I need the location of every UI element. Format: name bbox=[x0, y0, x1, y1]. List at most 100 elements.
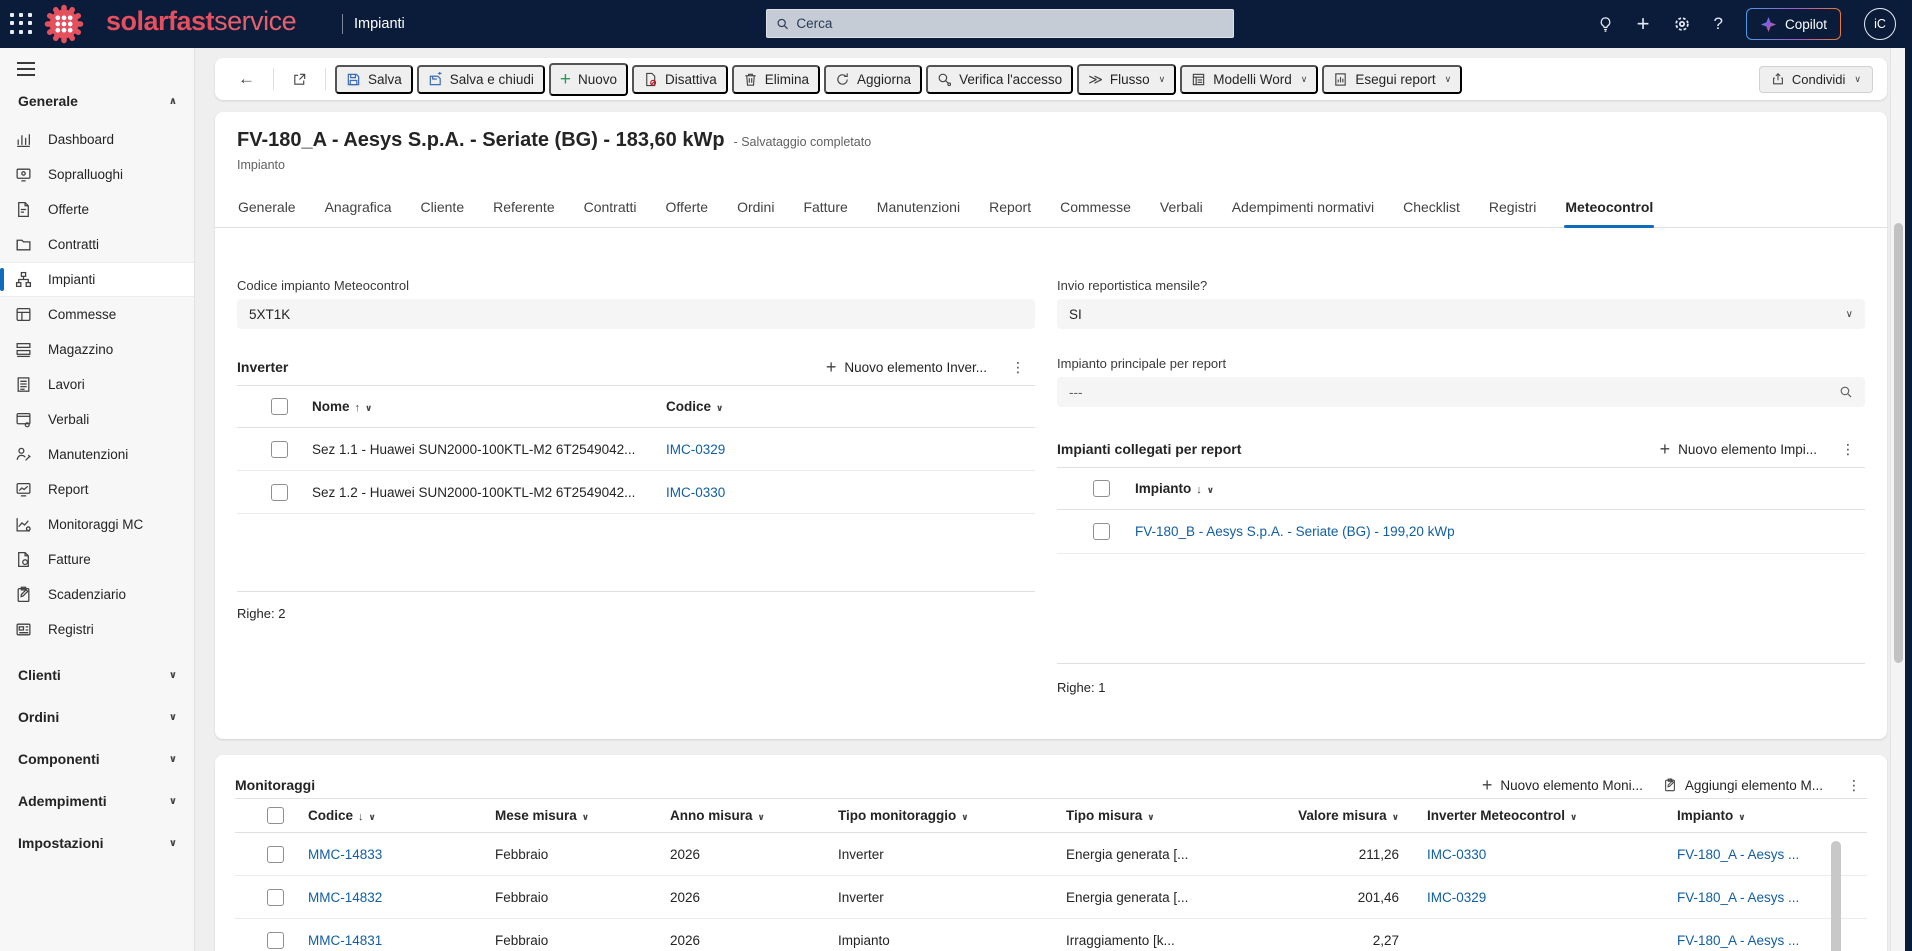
lightbulb-icon[interactable] bbox=[1597, 16, 1614, 33]
word-templates-button[interactable]: Modelli Word ∨ bbox=[1180, 64, 1319, 94]
flow-button[interactable]: ≫ Flusso ∨ bbox=[1077, 63, 1177, 95]
column-header-nome[interactable]: Nome ↑ ∨ bbox=[312, 399, 666, 414]
column-header-anno-misura[interactable]: Anno misura ∨ bbox=[670, 808, 838, 823]
sidebar-item-verbali[interactable]: Verbali bbox=[0, 402, 194, 437]
column-header-mese-misura[interactable]: Mese misura ∨ bbox=[495, 808, 670, 823]
codice-impianto-field[interactable]: 5XT1K bbox=[237, 299, 1035, 329]
inverter-codice-link[interactable]: IMC-0330 bbox=[666, 485, 1035, 500]
tab-report[interactable]: Report bbox=[988, 197, 1032, 227]
table-row[interactable]: MMC-14832 Febbraio 2026 Inverter Energia… bbox=[235, 876, 1867, 919]
tab-generale[interactable]: Generale bbox=[237, 197, 297, 227]
sidebar-item-impianti[interactable]: Impianti bbox=[0, 262, 194, 297]
table-row[interactable]: FV-180_B - Aesys S.p.A. - Seriate (BG) -… bbox=[1057, 510, 1865, 554]
sidebar-item-commesse[interactable]: Commesse bbox=[0, 297, 194, 332]
monitoraggi-more-commands[interactable]: ⋮ bbox=[1843, 777, 1865, 794]
table-row[interactable]: MMC-14833 Febbraio 2026 Inverter Energia… bbox=[235, 833, 1867, 876]
settings-gear-icon[interactable] bbox=[1673, 15, 1691, 33]
sidebar-item-report[interactable]: Report bbox=[0, 472, 194, 507]
run-report-button[interactable]: Esegui report ∨ bbox=[1322, 64, 1463, 94]
grid-scrollbar-thumb[interactable] bbox=[1831, 841, 1841, 951]
tab-manutenzioni[interactable]: Manutenzioni bbox=[876, 197, 961, 227]
select-all-checkbox[interactable] bbox=[1093, 480, 1110, 497]
column-header-impianto[interactable]: Impianto ∨ bbox=[1677, 808, 1823, 823]
tab-verbali[interactable]: Verbali bbox=[1159, 197, 1204, 227]
column-header-inverter-meteocontrol[interactable]: Inverter Meteocontrol ∨ bbox=[1403, 808, 1677, 823]
sidebar-item-dashboard[interactable]: Dashboard bbox=[0, 122, 194, 157]
sidebar-item-lavori[interactable]: Lavori bbox=[0, 367, 194, 402]
save-button[interactable]: Salva bbox=[335, 64, 413, 94]
sidebar-item-monitoraggi-mc[interactable]: Monitoraggi MC bbox=[0, 507, 194, 542]
sidebar-item-manutenzioni[interactable]: Manutenzioni bbox=[0, 437, 194, 472]
tab-adempimenti-normativi[interactable]: Adempimenti normativi bbox=[1231, 197, 1375, 227]
monitoraggio-codice-link[interactable]: MMC-14831 bbox=[308, 933, 495, 948]
monitoraggio-codice-link[interactable]: MMC-14832 bbox=[308, 890, 495, 905]
table-row[interactable]: Sez 1.2 - Huawei SUN2000-100KTL-M2 6T254… bbox=[237, 471, 1035, 514]
sidebar-item-fatture[interactable]: Fatture bbox=[0, 542, 194, 577]
sidebar-section-adempimenti[interactable]: Adempimenti ∨ bbox=[0, 780, 194, 822]
page-scrollbar-thumb[interactable] bbox=[1894, 223, 1903, 663]
hamburger-menu-icon[interactable] bbox=[17, 62, 37, 76]
impianti-collegati-more-commands[interactable]: ⋮ bbox=[1837, 441, 1859, 458]
inverter-meteocontrol-link[interactable]: IMC-0330 bbox=[1403, 847, 1677, 862]
tab-meteocontrol[interactable]: Meteocontrol bbox=[1564, 197, 1655, 228]
popout-button[interactable] bbox=[283, 67, 316, 92]
new-inverter-button[interactable]: + Nuovo elemento Inver... bbox=[826, 358, 987, 376]
row-checkbox[interactable] bbox=[267, 845, 284, 863]
tab-anagrafica[interactable]: Anagrafica bbox=[324, 197, 393, 227]
page-scrollbar-track[interactable] bbox=[1890, 48, 1905, 951]
delete-button[interactable]: Elimina bbox=[731, 64, 821, 94]
sidebar-item-registri[interactable]: Registri bbox=[0, 612, 194, 647]
tab-fatture[interactable]: Fatture bbox=[802, 197, 848, 227]
share-button[interactable]: Condividi ∨ bbox=[1758, 65, 1873, 93]
help-icon[interactable]: ? bbox=[1714, 14, 1723, 34]
sidebar-item-contratti[interactable]: Contratti bbox=[0, 227, 194, 262]
column-header-tipo-misura[interactable]: Tipo misura ∨ bbox=[1066, 808, 1298, 823]
column-header-impianto[interactable]: Impianto ↓ ∨ bbox=[1135, 481, 1865, 496]
row-checkbox[interactable] bbox=[267, 888, 284, 906]
sidebar-item-magazzino[interactable]: Magazzino bbox=[0, 332, 194, 367]
impianto-link[interactable]: FV-180_A - Aesys ... bbox=[1677, 933, 1823, 948]
row-checkbox[interactable] bbox=[271, 483, 288, 501]
column-header-tipo-monitoraggio[interactable]: Tipo monitoraggio ∨ bbox=[838, 808, 1066, 823]
column-header-codice[interactable]: Codice ∨ bbox=[666, 399, 1035, 414]
inverter-meteocontrol-link[interactable]: IMC-0329 bbox=[1403, 890, 1677, 905]
sidebar-section-impostazioni[interactable]: Impostazioni ∨ bbox=[0, 822, 194, 864]
impianto-collegato-link[interactable]: FV-180_B - Aesys S.p.A. - Seriate (BG) -… bbox=[1135, 524, 1865, 539]
inverter-codice-link[interactable]: IMC-0329 bbox=[666, 442, 1035, 457]
column-header-valore-misura[interactable]: Valore misura ∨ bbox=[1298, 808, 1403, 823]
sidebar-item-scadenziario[interactable]: Scadenziario bbox=[0, 577, 194, 612]
check-access-button[interactable]: Verifica l'accesso bbox=[926, 64, 1074, 94]
impianto-link[interactable]: FV-180_A - Aesys ... bbox=[1677, 847, 1823, 862]
copilot-button[interactable]: Copilot bbox=[1746, 8, 1841, 40]
save-and-close-button[interactable]: Salva e chiudi bbox=[416, 64, 545, 94]
deactivate-button[interactable]: Disattiva bbox=[631, 64, 728, 94]
tab-ordini[interactable]: Ordini bbox=[736, 197, 775, 227]
select-all-checkbox[interactable] bbox=[271, 398, 288, 415]
refresh-button[interactable]: Aggiorna bbox=[824, 64, 923, 94]
add-existing-monitoraggio-button[interactable]: Aggiungi elemento M... bbox=[1663, 778, 1823, 793]
impianto-principale-lookup[interactable]: --- bbox=[1057, 377, 1865, 407]
column-header-codice[interactable]: Codice ↓ ∨ bbox=[308, 808, 495, 823]
new-impianto-collegato-button[interactable]: + Nuovo elemento Impi... bbox=[1660, 440, 1817, 458]
inverter-more-commands[interactable]: ⋮ bbox=[1007, 359, 1029, 376]
user-avatar[interactable]: iC bbox=[1864, 8, 1896, 40]
impianto-link[interactable]: FV-180_A - Aesys ... bbox=[1677, 890, 1823, 905]
global-search-box[interactable] bbox=[766, 9, 1234, 38]
tab-cliente[interactable]: Cliente bbox=[420, 197, 466, 227]
row-checkbox[interactable] bbox=[267, 931, 284, 949]
row-checkbox[interactable] bbox=[271, 440, 288, 458]
tab-checklist[interactable]: Checklist bbox=[1402, 197, 1461, 227]
table-row[interactable]: MMC-14831 Febbraio 2026 Impianto Irraggi… bbox=[235, 919, 1867, 951]
app-launcher-waffle-icon[interactable] bbox=[10, 13, 34, 35]
tab-referente[interactable]: Referente bbox=[492, 197, 555, 227]
sidebar-section-clienti[interactable]: Clienti ∨ bbox=[0, 654, 194, 696]
new-button[interactable]: + Nuovo bbox=[548, 62, 628, 96]
back-button[interactable]: ← bbox=[229, 65, 264, 93]
sidebar-section-ordini[interactable]: Ordini ∨ bbox=[0, 696, 194, 738]
tab-commesse[interactable]: Commesse bbox=[1059, 197, 1132, 227]
tab-registri[interactable]: Registri bbox=[1488, 197, 1537, 227]
sidebar-section-componenti[interactable]: Componenti ∨ bbox=[0, 738, 194, 780]
sidebar-item-sopralluoghi[interactable]: Sopralluoghi bbox=[0, 157, 194, 192]
sidebar-item-offerte[interactable]: Offerte bbox=[0, 192, 194, 227]
search-input[interactable] bbox=[796, 16, 1224, 31]
